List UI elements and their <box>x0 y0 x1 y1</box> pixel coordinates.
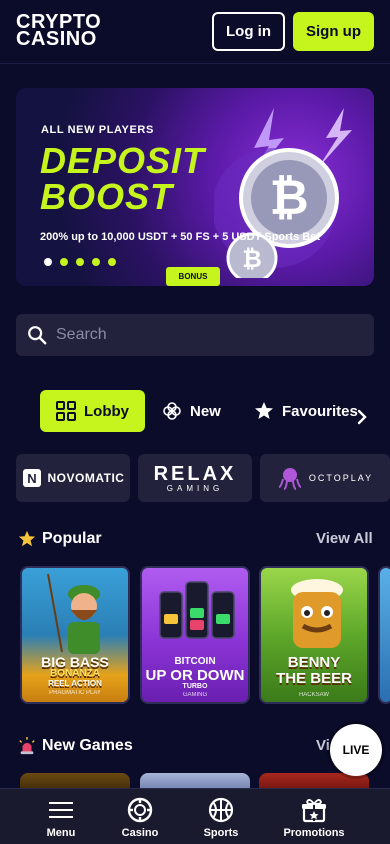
nav-label: Menu <box>46 827 76 839</box>
star-icon <box>18 530 36 547</box>
nav-sports[interactable]: Sports <box>181 797 261 839</box>
tab-label: Lobby <box>84 402 129 420</box>
banner-description: 200% up to 10,000 USDT + 50 FS + 5 USDT … <box>40 231 320 243</box>
tab-favourites[interactable]: Favourites <box>254 390 358 432</box>
carousel-dot[interactable] <box>44 258 52 266</box>
live-chat-badge[interactable]: LIVE <box>330 724 382 776</box>
tab-new[interactable]: New <box>162 390 221 432</box>
provider-carousel: N NOVOMATIC RELAX GAMING OCTOPLAY <box>16 454 390 502</box>
novomatic-logo-icon: N <box>22 469 41 487</box>
nav-label: Sports <box>203 827 239 839</box>
bonus-button[interactable]: BONUS <box>166 267 220 286</box>
banner-headline-line-1: DEPOSIT <box>40 140 206 181</box>
nav-promotions[interactable]: Promotions <box>274 797 354 839</box>
nav-label: Casino <box>121 827 159 839</box>
login-button[interactable]: Log in <box>212 12 285 51</box>
carousel-dot[interactable] <box>76 258 84 266</box>
casino-chip-icon <box>127 797 153 823</box>
game-card-big-bass-bonanza[interactable]: BIG BASS BONANZA REEL ACTION PRAGMATIC P… <box>20 566 130 704</box>
promo-banner[interactable]: ₿ ₿ ALL NEW PLAYERS DEPOSIT BOOST 200% u… <box>16 88 374 286</box>
popular-section-title: Popular <box>18 530 102 548</box>
gift-icon <box>302 799 326 823</box>
svg-text:N: N <box>27 471 36 486</box>
star-icon <box>255 402 273 419</box>
octopus-logo-icon <box>278 468 302 490</box>
clover-icon <box>163 402 181 420</box>
banner-headline-line-2: BOOST <box>40 176 174 217</box>
provider-novomatic[interactable]: N NOVOMATIC <box>16 454 130 502</box>
section-title-text: New Games <box>42 737 133 754</box>
fisherman-character-illustration <box>47 574 100 654</box>
bitcoin-coins-illustration: ₿ ₿ <box>214 108 352 278</box>
game-card-partial[interactable] <box>378 566 390 704</box>
banner-headline: DEPOSIT BOOST <box>40 143 205 215</box>
tab-label: New <box>190 402 221 420</box>
beer-character-illustration <box>291 579 343 648</box>
site-logo[interactable]: CRYPTO CASINO <box>16 12 101 50</box>
category-tabs: Lobby New Favourites <box>0 390 390 432</box>
basketball-icon <box>208 797 234 823</box>
carousel-dot[interactable] <box>92 258 100 266</box>
game-title-line-2: THE BEER <box>276 670 352 687</box>
game-provider: PRAGMATIC PLAY <box>49 690 101 696</box>
new-games-view-all-link[interactable]: Vi <box>316 737 330 754</box>
new-games-section-title: New Games <box>18 737 133 755</box>
grid-icon <box>56 401 76 421</box>
bottom-navigation: Menu Casino Sports Promotions <box>0 788 390 844</box>
game-title-line-1: BITCOIN <box>174 656 216 667</box>
tabs-next-button[interactable] <box>350 403 374 431</box>
nav-casino[interactable]: Casino <box>100 797 180 839</box>
chevron-right-icon <box>357 409 367 425</box>
provider-relax[interactable]: RELAX GAMING <box>138 454 252 502</box>
nav-label: Promotions <box>283 827 345 839</box>
search-bar[interactable] <box>16 314 374 356</box>
search-icon <box>28 326 47 345</box>
game-provider: GAMING <box>182 692 208 698</box>
svg-text:₿: ₿ <box>269 172 308 225</box>
menu-icon <box>49 802 73 818</box>
svg-text:₿: ₿ <box>242 246 262 273</box>
nav-menu[interactable]: Menu <box>21 797 101 839</box>
siren-icon <box>19 737 35 755</box>
carousel-dot[interactable] <box>60 258 68 266</box>
game-title-line-1: BENNY <box>287 654 341 671</box>
section-title-text: Popular <box>42 530 102 547</box>
phones-illustration <box>159 581 235 639</box>
banner-tag: ALL NEW PLAYERS <box>41 124 154 136</box>
provider-name: NOVOMATIC <box>47 471 125 485</box>
provider-name: RELAX <box>153 462 237 485</box>
provider-name: OCTOPLAY <box>308 473 374 483</box>
header: CRYPTO CASINO Log in Sign up <box>0 0 390 64</box>
carousel-dot[interactable] <box>108 258 116 266</box>
game-title-line-2: BONANZA <box>50 668 100 679</box>
game-title-line-3: REEL ACTION <box>48 679 102 688</box>
tab-lobby[interactable]: Lobby <box>40 390 145 432</box>
game-card-bitcoin-up-or-down[interactable]: BITCOIN UP OR DOWN TURBO GAMING <box>140 566 250 704</box>
game-title-line-3: TURBO <box>182 683 208 690</box>
signup-button[interactable]: Sign up <box>293 12 374 51</box>
carousel-dots <box>44 258 116 266</box>
provider-subname: GAMING <box>166 483 224 493</box>
logo-line-2: CASINO <box>16 28 97 50</box>
provider-octoplay[interactable]: OCTOPLAY <box>260 454 390 502</box>
game-title-line-2: UP OR DOWN <box>145 667 245 684</box>
search-input[interactable] <box>56 314 356 356</box>
tab-label: Favourites <box>282 402 358 420</box>
game-provider: HACKSAW <box>298 692 330 698</box>
game-card-benny-the-beer[interactable]: BENNY THE BEER HACKSAW <box>259 566 369 704</box>
popular-view-all-link[interactable]: View All <box>316 530 373 547</box>
